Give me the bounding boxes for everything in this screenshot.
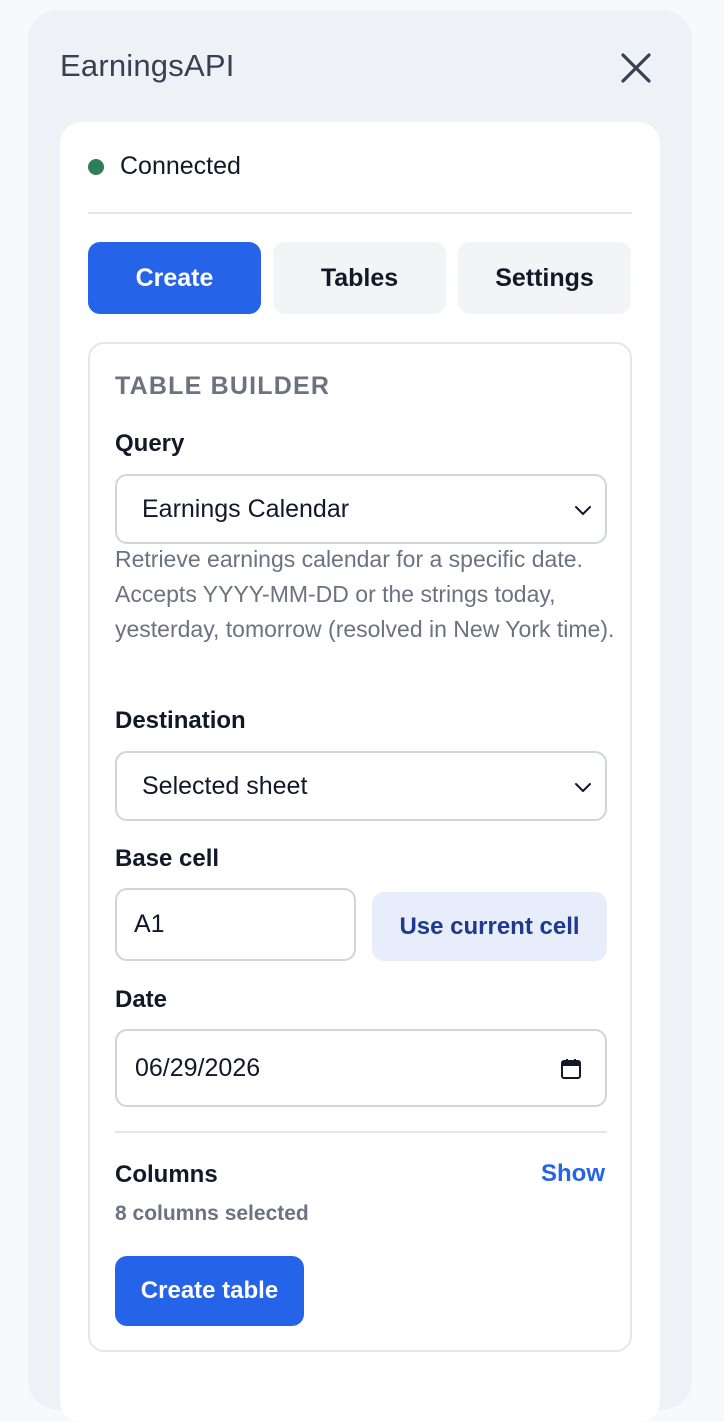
status-text: Connected bbox=[120, 152, 241, 180]
connection-status: Connected bbox=[88, 152, 241, 181]
create-table-button[interactable]: Create table bbox=[115, 1256, 304, 1326]
tab-create[interactable]: Create bbox=[88, 242, 261, 314]
date-value: 06/29/2026 bbox=[135, 1053, 261, 1082]
table-builder: TABLE BUILDER Query Earnings Calendar Re… bbox=[88, 342, 632, 1352]
calendar-icon[interactable] bbox=[559, 1057, 583, 1081]
divider bbox=[115, 1131, 607, 1133]
destination-select[interactable]: Selected sheet bbox=[115, 751, 607, 821]
status-dot-icon bbox=[88, 158, 104, 175]
columns-selected-count: 8 columns selected bbox=[115, 1202, 309, 1225]
query-label: Query bbox=[115, 430, 185, 457]
close-button[interactable] bbox=[616, 48, 656, 88]
query-select-value: Earnings Calendar bbox=[142, 494, 350, 523]
query-select[interactable]: Earnings Calendar bbox=[115, 474, 607, 544]
chevron-down-icon bbox=[575, 783, 591, 792]
query-help-text: Retrieve earnings calendar for a specifi… bbox=[115, 546, 615, 642]
base-cell-label: Base cell bbox=[115, 845, 220, 872]
destination-label: Destination bbox=[115, 707, 246, 734]
close-icon[interactable] bbox=[616, 48, 656, 88]
divider bbox=[88, 212, 632, 214]
show-columns-link[interactable]: Show bbox=[541, 1160, 605, 1188]
base-cell-input[interactable]: A1 bbox=[115, 888, 356, 961]
chevron-down-icon bbox=[575, 506, 591, 515]
section-title: TABLE BUILDER bbox=[115, 372, 331, 400]
date-input[interactable]: 06/29/2026 bbox=[115, 1029, 607, 1107]
app-title: EarningsAPI bbox=[60, 48, 235, 83]
tab-settings[interactable]: Settings bbox=[458, 242, 631, 314]
destination-select-value: Selected sheet bbox=[142, 771, 308, 800]
tab-tables[interactable]: Tables bbox=[273, 242, 446, 314]
columns-label: Columns bbox=[115, 1161, 218, 1188]
date-label: Date bbox=[115, 986, 168, 1013]
main-card: Connected Create Tables Settings TABLE B… bbox=[60, 122, 660, 1422]
tab-bar: Create Tables Settings bbox=[88, 242, 631, 314]
side-panel: EarningsAPI Connected Create Tables Sett… bbox=[28, 10, 692, 1422]
use-current-cell-button[interactable]: Use current cell bbox=[372, 892, 607, 961]
